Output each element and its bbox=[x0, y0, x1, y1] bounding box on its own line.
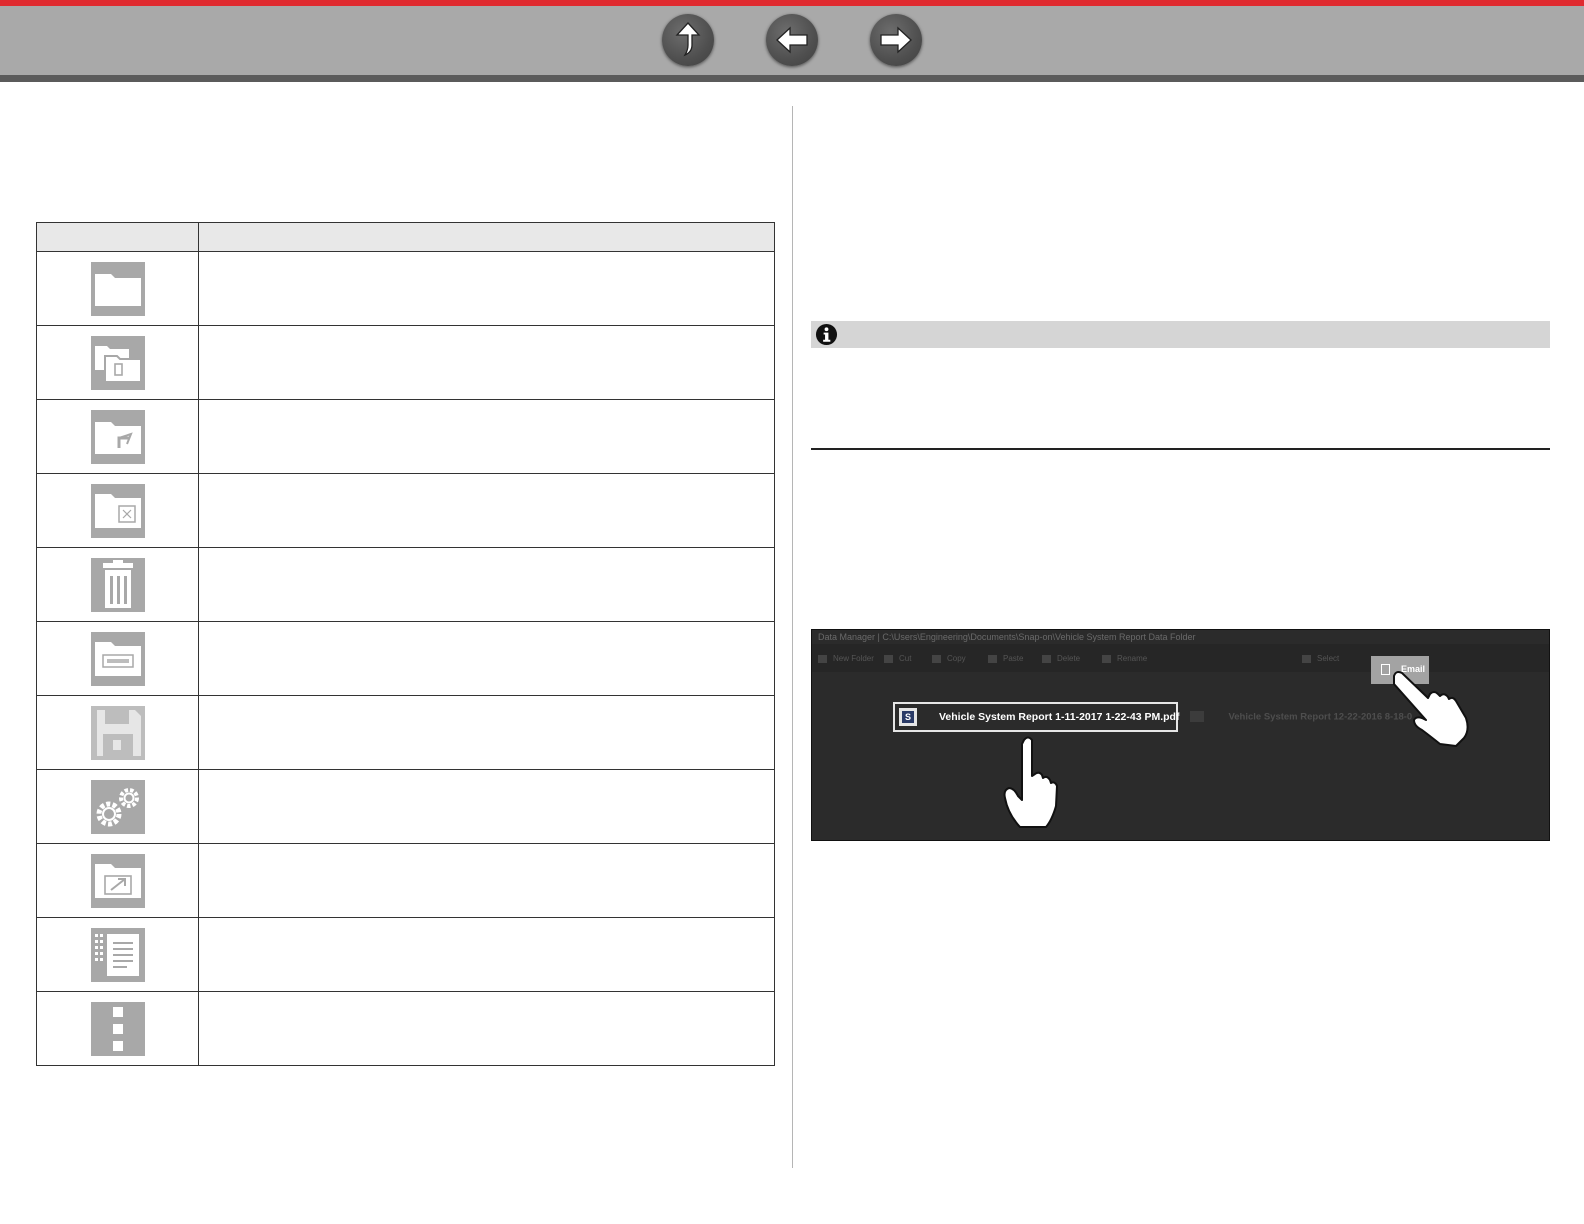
file-icon bbox=[1190, 711, 1204, 723]
table-cell-description bbox=[198, 547, 775, 622]
left-arrow-icon bbox=[776, 26, 808, 54]
column-divider bbox=[792, 106, 793, 1168]
move-folder-icon bbox=[90, 409, 145, 464]
top-red-stripe bbox=[0, 0, 1584, 6]
table-cell-description bbox=[198, 473, 775, 548]
data-manager-screenshot: Data Manager | C:\Users\Engineering\Docu… bbox=[811, 629, 1550, 841]
top-navigation-bar bbox=[0, 0, 1584, 82]
toolbar-item[interactable]: Paste bbox=[988, 654, 1023, 663]
file-name: Vehicle System Report 12-22-2016 8-18-0 bbox=[1228, 711, 1413, 723]
table-cell-description bbox=[198, 843, 775, 918]
table-header-row bbox=[36, 222, 775, 252]
folder-icon bbox=[90, 261, 145, 316]
icon-table bbox=[36, 222, 775, 1066]
table-cell-description bbox=[198, 251, 775, 326]
rename-folder-icon bbox=[90, 631, 145, 686]
table-cell-description bbox=[198, 325, 775, 400]
trash-icon bbox=[90, 557, 145, 612]
toolbar-item[interactable]: Copy bbox=[932, 654, 966, 663]
table-cell-description bbox=[198, 769, 775, 844]
top-bar-bottom-stripe bbox=[0, 75, 1584, 82]
toolbar-item[interactable]: Select bbox=[1302, 654, 1339, 663]
table-row bbox=[36, 769, 775, 844]
table-row bbox=[36, 843, 775, 918]
floppy-disk-icon bbox=[90, 705, 145, 760]
table-row bbox=[36, 547, 775, 622]
export-folder-icon bbox=[90, 853, 145, 908]
table-row bbox=[36, 991, 775, 1066]
pointing-hand-icon bbox=[1003, 736, 1058, 828]
more-options-icon bbox=[90, 1001, 145, 1056]
toolbar-item[interactable]: Cut bbox=[884, 654, 911, 663]
info-icon bbox=[815, 323, 838, 346]
screenshot-title-bar: Data Manager | C:\Users\Engineering\Docu… bbox=[818, 632, 1196, 642]
table-row bbox=[36, 621, 775, 696]
table-row bbox=[36, 695, 775, 770]
gears-icon bbox=[90, 779, 145, 834]
table-header-icon bbox=[36, 222, 199, 252]
table-row bbox=[36, 251, 775, 326]
table-cell-description bbox=[198, 621, 775, 696]
toolbar-item[interactable]: Rename bbox=[1102, 654, 1147, 663]
table-cell-description bbox=[198, 399, 775, 474]
note-bar bbox=[811, 321, 1550, 348]
pointing-hand-icon bbox=[1393, 671, 1469, 747]
file-item[interactable]: Vehicle System Report 12-22-2016 8-18-0 bbox=[1190, 708, 1412, 726]
table-row bbox=[36, 325, 775, 400]
up-arrow-icon bbox=[675, 22, 701, 57]
section-divider-rule bbox=[811, 448, 1550, 450]
right-arrow-icon bbox=[880, 26, 912, 54]
selected-file-name: Vehicle System Report 1-11-2017 1-22-43 … bbox=[939, 711, 1180, 723]
selected-file-item[interactable]: Vehicle System Report 1-11-2017 1-22-43 … bbox=[893, 702, 1180, 732]
table-row bbox=[36, 473, 775, 548]
paste-folder-icon bbox=[90, 483, 145, 538]
table-cell-description bbox=[198, 917, 775, 992]
nav-forward-button[interactable] bbox=[870, 14, 922, 66]
pdf-file-icon bbox=[899, 708, 917, 726]
nav-up-button[interactable] bbox=[662, 14, 714, 66]
list-view-icon bbox=[90, 927, 145, 982]
table-cell-description bbox=[198, 991, 775, 1066]
toolbar-item[interactable]: Delete bbox=[1042, 654, 1080, 663]
table-row bbox=[36, 399, 775, 474]
toolbar-item[interactable]: New Folder bbox=[818, 654, 874, 663]
table-cell-description bbox=[198, 695, 775, 770]
nav-back-button[interactable] bbox=[766, 14, 818, 66]
table-row bbox=[36, 917, 775, 992]
table-header-description bbox=[198, 222, 775, 252]
copy-folder-icon bbox=[90, 335, 145, 390]
